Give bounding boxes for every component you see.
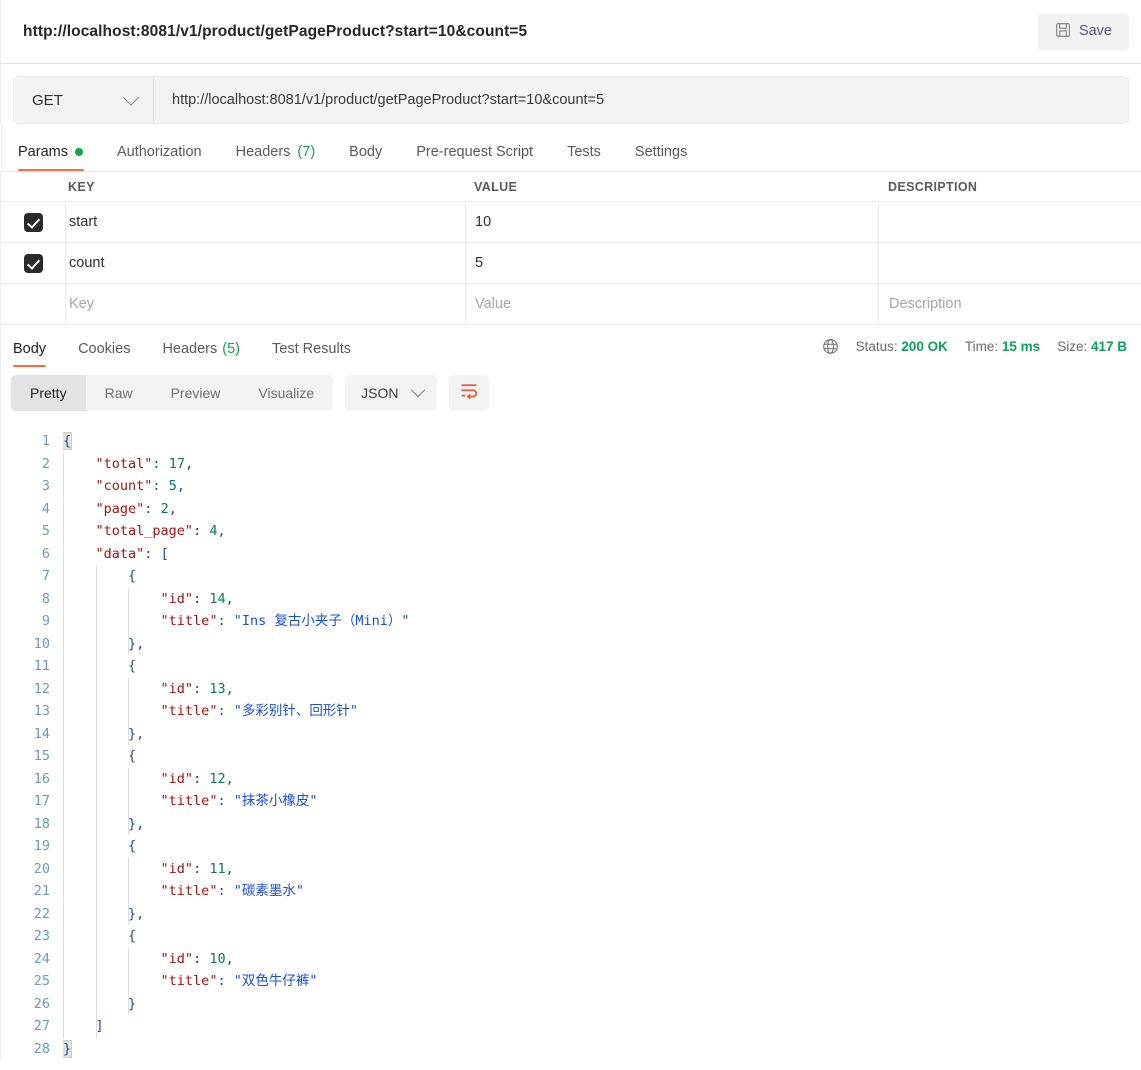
chevron-down-icon bbox=[410, 383, 425, 398]
response-body-viewer: 1 2 3 4 5 6 7 8 9 10 11 12 13 14 15 16 17 18 19 20 21 22 23 24 2… bbox=[0, 421, 1141, 1060]
param-key[interactable]: count bbox=[69, 255, 104, 271]
tab-pre-request-script-label: Pre-request Script bbox=[416, 144, 534, 160]
tab-response-body[interactable]: Body bbox=[1, 341, 62, 367]
status-label: Status: bbox=[855, 338, 898, 354]
column-header-description: DESCRIPTION bbox=[888, 179, 978, 194]
size-value: 417 B bbox=[1090, 338, 1127, 354]
tab-authorization-label: Authorization bbox=[116, 144, 202, 160]
request-title-bar: http://localhost:8081/v1/product/getPage… bbox=[0, 0, 1141, 64]
time-badge[interactable]: Time: 15 ms bbox=[965, 339, 1040, 354]
indent-guide bbox=[128, 677, 130, 745]
indent-guide bbox=[63, 452, 64, 1038]
tab-response-headers[interactable]: Headers (5) bbox=[146, 341, 256, 367]
indent-guide bbox=[128, 947, 130, 1015]
response-meta: Status: 200 OK Time: 15 ms Size: 417 B bbox=[822, 338, 1127, 355]
response-view-toolbar: Pretty Raw Preview Visualize JSON bbox=[0, 367, 1141, 421]
indent-guide bbox=[128, 587, 130, 655]
tab-headers[interactable]: Headers (7) bbox=[219, 144, 333, 171]
new-param-description-input[interactable]: Description bbox=[889, 296, 962, 312]
tab-tests-label: Tests bbox=[567, 144, 601, 160]
view-mode-preview[interactable]: Preview bbox=[152, 375, 240, 411]
new-param-key-input[interactable]: Key bbox=[69, 296, 94, 312]
chevron-down-icon bbox=[122, 88, 140, 106]
line-number-gutter: 1 2 3 4 5 6 7 8 9 10 11 12 13 14 15 16 17 18 19 20 21 22 23 24 2… bbox=[33, 433, 50, 1057]
tab-test-results-label: Test Results bbox=[272, 341, 351, 357]
save-button[interactable]: Save bbox=[1037, 12, 1129, 51]
tab-headers-count: (7) bbox=[297, 144, 316, 160]
status-badge[interactable]: Status: 200 OK bbox=[856, 339, 948, 354]
tab-settings[interactable]: Settings bbox=[618, 144, 704, 171]
view-mode-raw[interactable]: Raw bbox=[86, 375, 152, 411]
url-bar-container: GET http://localhost:8081/v1/product/get… bbox=[0, 64, 1141, 124]
tab-authorization[interactable]: Authorization bbox=[100, 144, 219, 171]
request-tabs: Params Authorization Headers (7) Body Pr… bbox=[1, 124, 1141, 171]
save-button-label: Save bbox=[1078, 23, 1112, 40]
page-title: http://localhost:8081/v1/product/getPage… bbox=[23, 22, 528, 40]
unsaved-dot-icon bbox=[74, 148, 83, 156]
tab-response-cookies[interactable]: Cookies bbox=[62, 341, 146, 367]
table-row-empty: Key Value Description bbox=[1, 284, 1141, 325]
tab-body[interactable]: Body bbox=[332, 144, 399, 171]
param-enabled-checkbox[interactable] bbox=[23, 212, 43, 232]
column-header-key: KEY bbox=[68, 179, 95, 194]
table-row: count 5 bbox=[1, 243, 1141, 284]
indent-guide bbox=[128, 767, 130, 835]
tab-params[interactable]: Params bbox=[2, 144, 100, 171]
response-tabs: Body Cookies Headers (5) Test Results bbox=[1, 325, 367, 367]
param-key[interactable]: start bbox=[69, 214, 97, 230]
tab-test-results[interactable]: Test Results bbox=[256, 341, 367, 367]
tab-settings-label: Settings bbox=[634, 144, 688, 160]
response-header: Body Cookies Headers (5) Test Results St… bbox=[0, 325, 1141, 367]
size-badge[interactable]: Size: 417 B bbox=[1057, 339, 1127, 354]
empty-check-cell bbox=[1, 284, 65, 324]
tab-params-label: Params bbox=[18, 144, 68, 160]
indent-guide bbox=[128, 857, 130, 925]
floppy-disk-icon bbox=[1055, 22, 1071, 42]
tab-response-headers-count: (5) bbox=[222, 341, 240, 357]
status-value: 200 OK bbox=[901, 338, 948, 354]
new-param-value-input[interactable]: Value bbox=[475, 296, 511, 312]
time-label: Time: bbox=[964, 338, 999, 354]
tab-pre-request-script[interactable]: Pre-request Script bbox=[399, 144, 550, 171]
tab-headers-label: Headers bbox=[235, 144, 291, 160]
method-selector[interactable]: GET bbox=[14, 77, 154, 123]
param-value[interactable]: 5 bbox=[475, 255, 483, 271]
word-wrap-icon bbox=[459, 382, 479, 405]
globe-icon bbox=[822, 338, 839, 355]
format-selector[interactable]: JSON bbox=[345, 375, 437, 411]
size-label: Size: bbox=[1057, 338, 1088, 354]
url-bar: GET http://localhost:8081/v1/product/get… bbox=[13, 76, 1129, 124]
tab-response-cookies-label: Cookies bbox=[78, 341, 131, 357]
view-mode-visualize[interactable]: Visualize bbox=[239, 375, 333, 411]
header-check-cell bbox=[1, 172, 65, 201]
word-wrap-toggle[interactable] bbox=[448, 375, 489, 411]
param-enabled-checkbox[interactable] bbox=[23, 253, 43, 273]
tab-response-body-label: Body bbox=[13, 341, 47, 357]
json-code[interactable]: { "total": 17, "count": 5, "page": 2, "t… bbox=[63, 430, 1141, 1060]
table-header-row: KEY VALUE DESCRIPTION bbox=[1, 172, 1141, 202]
tab-response-headers-label: Headers bbox=[162, 341, 218, 357]
table-row: start 10 bbox=[1, 202, 1141, 243]
tab-tests[interactable]: Tests bbox=[550, 144, 618, 171]
tab-body-label: Body bbox=[349, 144, 383, 160]
url-input[interactable]: http://localhost:8081/v1/product/getPage… bbox=[154, 77, 1128, 123]
format-label: JSON bbox=[361, 385, 399, 401]
view-mode-pretty[interactable]: Pretty bbox=[11, 375, 86, 411]
param-value[interactable]: 10 bbox=[475, 214, 491, 230]
params-table: KEY VALUE DESCRIPTION start 10 count 5 K… bbox=[0, 171, 1141, 325]
indent-guide bbox=[95, 565, 97, 1038]
time-value: 15 ms bbox=[1001, 338, 1041, 354]
view-mode-segmented-control: Pretty Raw Preview Visualize bbox=[11, 375, 334, 411]
method-label: GET bbox=[32, 91, 63, 109]
column-header-value: VALUE bbox=[474, 179, 518, 194]
